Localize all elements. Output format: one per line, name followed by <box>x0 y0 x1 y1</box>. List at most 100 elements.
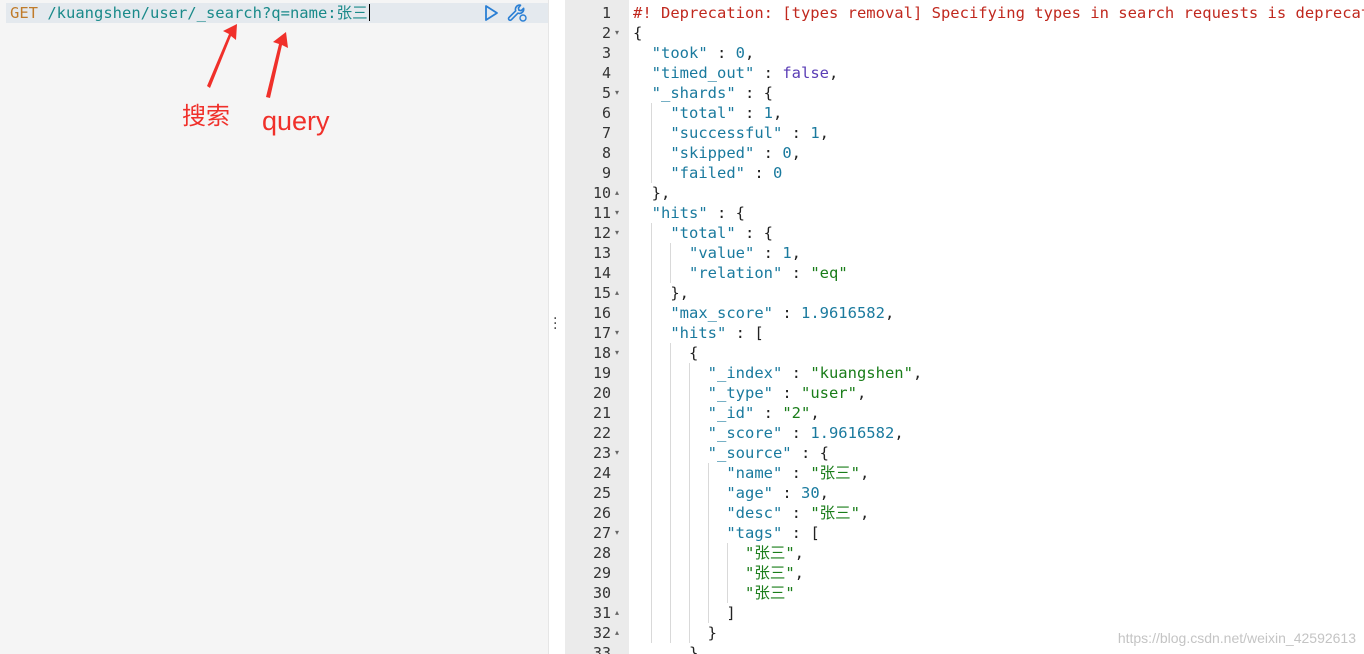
response-line: 30 "张三" <box>565 583 1364 603</box>
response-line: 27 ▾ "tags" : [ <box>565 523 1364 543</box>
code-text: { <box>633 24 643 42</box>
code-text: "timed_out" : false, <box>651 64 839 82</box>
code-text: }, <box>633 184 671 202</box>
fold-collapse-icon[interactable]: ▾ <box>615 343 625 363</box>
response-line: 13 "value" : 1, <box>565 243 1364 263</box>
code-text: #! Deprecation: [types removal] Specifyi… <box>633 4 1364 22</box>
code-text: "hits" : { <box>651 204 745 222</box>
line-number: 10 <box>592 184 611 202</box>
line-number: 27 <box>592 524 611 542</box>
code-text: "skipped" : 0, <box>670 144 802 162</box>
response-line: 31 ▴ ] <box>565 603 1364 623</box>
line-number: 1 <box>601 4 611 22</box>
code-text: "max_score" : 1.9616582, <box>670 304 895 322</box>
line-number: 29 <box>592 564 611 582</box>
fold-expand-icon[interactable]: ▴ <box>615 623 625 643</box>
response-line: 2 ▾ { <box>565 23 1364 43</box>
arrow-to-search <box>207 24 237 88</box>
fold-collapse-icon[interactable]: ▾ <box>615 23 625 43</box>
line-number: 7 <box>601 124 611 142</box>
fold-collapse-icon[interactable]: ▾ <box>615 203 625 223</box>
code-text: "张三", <box>744 544 804 562</box>
code-text: }, <box>633 284 689 302</box>
line-number: 14 <box>592 264 611 282</box>
line-number: 20 <box>592 384 611 402</box>
indent-guide <box>651 103 652 183</box>
query-annotation-label: query <box>262 106 330 136</box>
fold-expand-icon[interactable]: ▴ <box>615 283 625 303</box>
line-number: 31 <box>592 604 611 622</box>
indent-guide <box>689 363 690 643</box>
code-text: "name" : "张三", <box>726 464 870 482</box>
code-text: "age" : 30, <box>726 484 830 502</box>
indent-guide <box>670 343 671 643</box>
response-line: 4 "timed_out" : false, <box>565 63 1364 83</box>
response-line: 5 ▾ "_shards" : { <box>565 83 1364 103</box>
code-text: "took" : 0, <box>651 44 755 62</box>
splitter-handle-icon[interactable]: · · · <box>553 312 559 336</box>
indent-guide <box>651 223 652 643</box>
line-number: 23 <box>592 444 611 462</box>
code-text: "relation" : "eq" <box>689 264 848 282</box>
fold-collapse-icon[interactable]: ▾ <box>615 83 625 103</box>
fold-collapse-icon[interactable]: ▾ <box>615 223 625 243</box>
line-number: 15 <box>592 284 611 302</box>
code-text: "value" : 1, <box>689 244 802 262</box>
line-number: 12 <box>592 224 611 242</box>
line-number: 4 <box>601 64 611 82</box>
response-line: 15 ▴ }, <box>565 283 1364 303</box>
response-line: 3 "took" : 0, <box>565 43 1364 63</box>
line-number: 22 <box>592 424 611 442</box>
response-line: 14 "relation" : "eq" <box>565 263 1364 283</box>
indent-guide <box>727 543 728 603</box>
response-line: 18 ▾ { <box>565 343 1364 363</box>
response-line: 26 "desc" : "张三", <box>565 503 1364 523</box>
response-line: 10 ▴ }, <box>565 183 1364 203</box>
fold-expand-icon[interactable]: ▴ <box>615 183 625 203</box>
response-line: 21 "_id" : "2", <box>565 403 1364 423</box>
code-text: "hits" : [ <box>670 324 764 342</box>
indent-guide <box>670 243 671 283</box>
fold-collapse-icon[interactable]: ▾ <box>615 443 625 463</box>
code-text: "张三", <box>744 564 804 582</box>
code-text: "total" : { <box>670 224 773 242</box>
response-line: 16 "max_score" : 1.9616582, <box>565 303 1364 323</box>
fold-expand-icon[interactable]: ▴ <box>615 603 625 623</box>
response-line: 24 "name" : "张三", <box>565 463 1364 483</box>
response-viewer[interactable]: 1 #! Deprecation: [types removal] Specify… <box>565 0 1364 654</box>
response-line: 6 "total" : 1, <box>565 103 1364 123</box>
line-number: 2 <box>601 24 611 42</box>
code-text: { <box>633 344 699 362</box>
line-number: 8 <box>601 144 611 162</box>
request-editor[interactable]: GET /kuangshen/user/_search?q=name:张三 搜索… <box>0 0 549 654</box>
code-text: "张三" <box>744 584 795 602</box>
line-number: 28 <box>592 544 611 562</box>
line-number: 5 <box>601 84 611 102</box>
code-text: "successful" : 1, <box>670 124 829 142</box>
line-number: 24 <box>592 464 611 482</box>
line-number: 19 <box>592 364 611 382</box>
code-text: ] <box>633 604 736 622</box>
line-number: 26 <box>592 504 611 522</box>
line-number: 11 <box>592 204 611 222</box>
fold-collapse-icon[interactable]: ▾ <box>615 323 625 343</box>
response-line: 22 "_score" : 1.9616582, <box>565 423 1364 443</box>
response-line: 19 "_index" : "kuangshen", <box>565 363 1364 383</box>
line-number: 9 <box>601 164 611 182</box>
line-number: 16 <box>592 304 611 322</box>
response-line: 23 ▾ "_source" : { <box>565 443 1364 463</box>
watermark: https://blog.csdn.net/weixin_42592613 <box>1117 630 1356 646</box>
code-text: "_shards" : { <box>651 84 773 102</box>
response-line: 29 "张三", <box>565 563 1364 583</box>
response-line: 11 ▾ "hits" : { <box>565 203 1364 223</box>
response-line: 20 "_type" : "user", <box>565 383 1364 403</box>
code-text: "_id" : "2", <box>707 404 820 422</box>
arrow-to-query <box>266 32 288 98</box>
response-line: 9 "failed" : 0 <box>565 163 1364 183</box>
code-text: "_type" : "user", <box>707 384 867 402</box>
line-number: 25 <box>592 484 611 502</box>
code-text: "_source" : { <box>707 444 829 462</box>
line-number: 6 <box>601 104 611 122</box>
fold-collapse-icon[interactable]: ▾ <box>615 523 625 543</box>
code-text: "failed" : 0 <box>670 164 783 182</box>
